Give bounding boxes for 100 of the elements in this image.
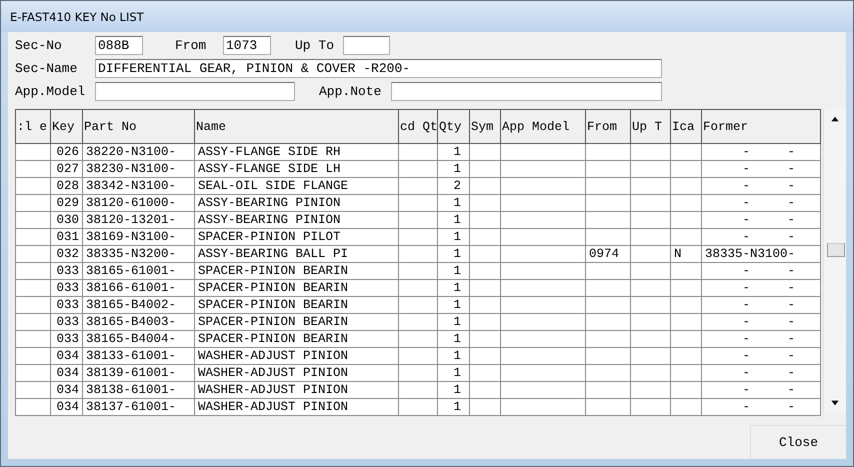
quantity-cell: 1 [438, 246, 470, 262]
column-header[interactable]: Qty [438, 110, 470, 144]
former-cell: 38335-N3100- [702, 246, 820, 262]
key-cell: 033 [50, 262, 82, 280]
scroll-thumb[interactable] [827, 243, 845, 257]
part-number-cell: 38342-N3100- [82, 178, 194, 194]
key-cell: 027 [50, 160, 82, 178]
name-cell: ASSY-FLANGE SIDE RH [194, 144, 398, 160]
quantity-cell: 1 [438, 398, 470, 416]
part-number-cell: 38166-61001- [82, 280, 194, 296]
former-cell: - - [702, 178, 820, 194]
name-cell: ASSY-BEARING PINION [194, 212, 398, 228]
quantity-cell: 1 [438, 228, 470, 246]
quantity-cell: 1 [438, 296, 470, 314]
name-cell: SEAL-OIL SIDE FLANGE [194, 178, 398, 194]
key-cell: 034 [50, 348, 82, 364]
key-cell: 034 [50, 398, 82, 416]
name-cell: SPACER-PINION BEARIN [194, 280, 398, 296]
part-number-cell: 38120-61000- [82, 194, 194, 212]
close-button[interactable]: Close [750, 425, 846, 459]
former-cell: - - [702, 280, 820, 296]
former-cell: - - [702, 144, 820, 160]
column-header[interactable]: Former [702, 110, 820, 144]
quantity-cell: 1 [438, 160, 470, 178]
part-number-cell: 38120-13201- [82, 212, 194, 228]
vertical-scrollbar[interactable] [823, 109, 846, 413]
name-cell: SPACER-PINION PILOT [194, 228, 398, 246]
sec-no-field[interactable]: 088B [95, 36, 143, 55]
part-number-cell: 38137-61001- [82, 398, 194, 416]
quantity-cell: 1 [438, 262, 470, 280]
app-model-field[interactable] [95, 82, 295, 101]
key-cell: 029 [50, 194, 82, 212]
quantity-cell: 1 [438, 314, 470, 330]
name-cell: WASHER-ADJUST PINION [194, 348, 398, 364]
field-label: App.Model [15, 84, 86, 99]
name-cell: WASHER-ADJUST PINION [194, 382, 398, 398]
former-cell: - - [702, 314, 820, 330]
name-cell: SPACER-PINION BEARIN [194, 314, 398, 330]
column-header[interactable]: Up T [630, 110, 670, 144]
column-header[interactable]: Key [50, 110, 82, 144]
from-field[interactable]: 1073 [223, 36, 271, 55]
quantity-cell: 1 [438, 330, 470, 348]
column-header[interactable]: App Model [500, 110, 586, 144]
name-cell: WASHER-ADJUST PINION [194, 398, 398, 416]
app-note-field[interactable] [391, 82, 662, 101]
column-header[interactable]: Ica [670, 110, 702, 144]
column-header[interactable]: :l e [16, 110, 50, 144]
part-number-cell: 38139-61001- [82, 364, 194, 382]
column-header[interactable]: From [586, 110, 630, 144]
table-cell: N [670, 246, 702, 262]
field-label: From [175, 38, 208, 53]
name-cell: SPACER-PINION BEARIN [194, 296, 398, 314]
quantity-cell: 1 [438, 364, 470, 382]
former-cell: - - [702, 228, 820, 246]
column-header[interactable]: Name [194, 110, 398, 144]
former-cell: - - [702, 262, 820, 280]
key-cell: 033 [50, 296, 82, 314]
former-cell: - - [702, 330, 820, 348]
former-cell: - - [702, 194, 820, 212]
column-header[interactable]: cd Qt [398, 110, 438, 144]
key-cell: 031 [50, 228, 82, 246]
key-cell: 034 [50, 364, 82, 382]
part-number-cell: 38335-N3200- [82, 246, 194, 262]
column-header[interactable]: Part No [82, 110, 194, 144]
part-number-cell: 38138-61001- [82, 382, 194, 398]
part-number-cell: 38165-B4004- [82, 330, 194, 348]
former-cell: - - [702, 382, 820, 398]
key-cell: 033 [50, 280, 82, 296]
window-title: E-FAST410 KEY No LIST [10, 10, 144, 24]
quantity-cell: 1 [438, 382, 470, 398]
name-cell: SPACER-PINION BEARIN [194, 262, 398, 280]
former-cell: - - [702, 212, 820, 228]
field-label: Sec-No [15, 38, 63, 53]
name-cell: ASSY-FLANGE SIDE LH [194, 160, 398, 178]
key-cell: 026 [50, 144, 82, 160]
sec-name-field[interactable]: DIFFERENTIAL GEAR, PINION & COVER -R200- [95, 59, 662, 78]
part-number-cell: 38230-N3100- [82, 160, 194, 178]
quantity-cell: 1 [438, 144, 470, 160]
name-cell: ASSY-BEARING PINION [194, 194, 398, 212]
former-cell: - - [702, 296, 820, 314]
quantity-cell: 1 [438, 280, 470, 296]
name-cell: ASSY-BEARING BALL PI [194, 246, 398, 262]
part-number-cell: 38169-N3100- [82, 228, 194, 246]
quantity-cell: 1 [438, 348, 470, 364]
field-label: App.Note [319, 84, 382, 99]
name-cell: SPACER-PINION BEARIN [194, 330, 398, 348]
up-to-field[interactable] [343, 36, 390, 55]
key-cell: 033 [50, 330, 82, 348]
part-number-cell: 38165-B4003- [82, 314, 194, 330]
key-cell: 033 [50, 314, 82, 330]
former-cell: - - [702, 348, 820, 364]
key-cell: 030 [50, 212, 82, 228]
part-number-cell: 38165-61001- [82, 262, 194, 280]
key-cell: 034 [50, 382, 82, 398]
quantity-cell: 2 [438, 178, 470, 194]
column-header[interactable]: Sym [470, 110, 500, 144]
field-label: Up To [295, 38, 336, 53]
name-cell: WASHER-ADJUST PINION [194, 364, 398, 382]
field-label: Sec-Name [15, 61, 78, 76]
part-number-cell: 38220-N3100- [82, 144, 194, 160]
